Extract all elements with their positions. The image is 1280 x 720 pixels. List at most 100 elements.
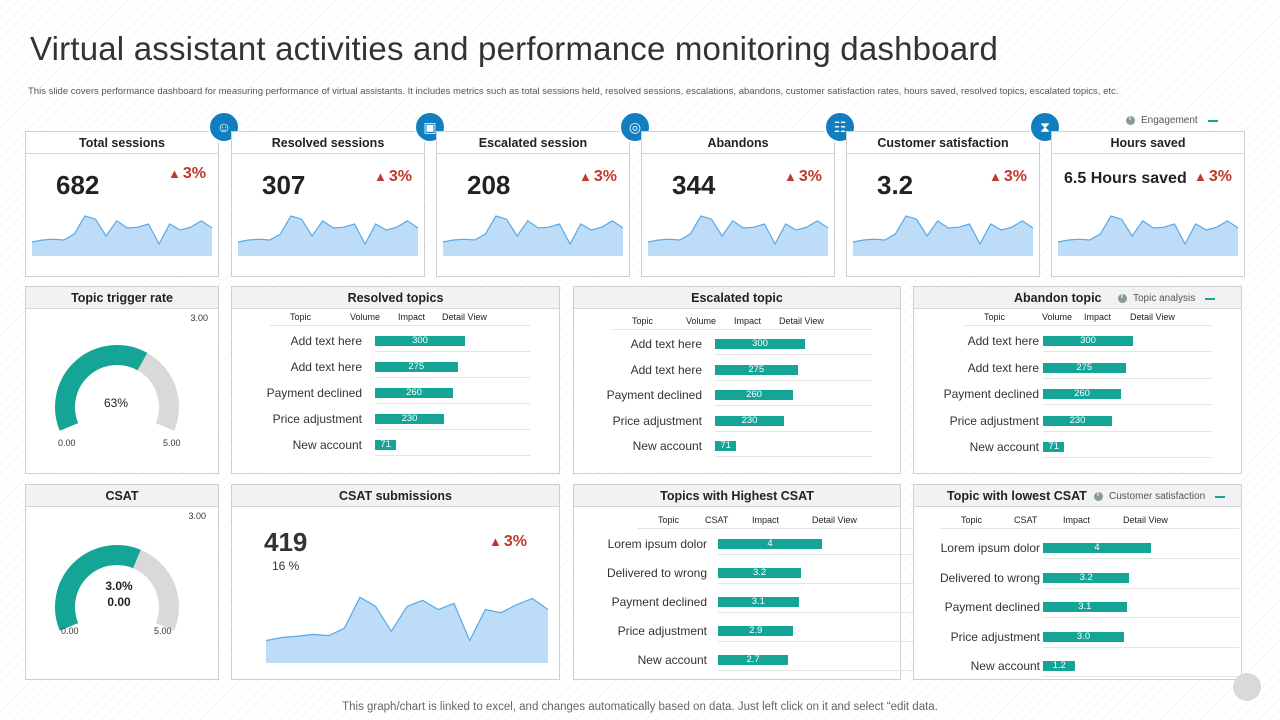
row-bar: 3.1 — [1043, 602, 1127, 612]
row-bar: 300 — [375, 336, 465, 346]
table-row: New account 2.7 — [574, 653, 789, 667]
header-divider — [638, 528, 936, 529]
table-row: Lorem ipsum dolor 4 — [574, 537, 822, 551]
legend-engagement-label: Engagement — [1141, 115, 1198, 126]
column-header: Topic — [632, 316, 654, 326]
up-triangle-icon: ▲ — [784, 169, 797, 184]
up-triangle-icon: ▲ — [579, 169, 592, 184]
column-header: Impact — [734, 316, 762, 326]
row-bar: 260 — [1043, 389, 1121, 399]
row-label: Price adjustment — [950, 629, 1040, 644]
row-divider — [715, 379, 872, 381]
kpi-value: 3.2 — [877, 170, 914, 200]
column-header: Volume — [350, 312, 381, 322]
up-triangle-icon: ▲ — [989, 169, 1002, 184]
table-row: Add text here 275 — [232, 360, 458, 374]
sparkline-chart — [31, 215, 213, 256]
kpi-delta: ▲ 3% — [989, 168, 1027, 186]
column-header: Detail View — [779, 316, 824, 326]
row-label: New account — [637, 653, 707, 667]
delta-value: 3% — [1003, 168, 1027, 185]
row-bar: 300 — [715, 339, 805, 349]
csat-submissions-title: CSAT submissions — [232, 485, 559, 507]
row-label: Payment declined — [266, 386, 362, 400]
table-row: New account 71 — [574, 439, 737, 453]
kpi-delta: ▲ 3% — [168, 165, 206, 183]
row-divider — [1043, 676, 1239, 677]
column-header: Topic — [290, 312, 312, 322]
table-card-abandon: Abandon topic Topic analysis TopicVolume… — [913, 286, 1242, 474]
gauge-card-csat: CSAT 3.00 3.0% 0.00 0.00 5.00 — [25, 484, 219, 680]
sparkline-chart — [1057, 215, 1239, 256]
table-card-escalated: Escalated topic Topic Volume Impact Detail V… — [573, 286, 901, 474]
row-divider — [375, 429, 530, 430]
kpi-delta: ▲ 3% — [784, 168, 822, 186]
gauge-min: 0.00 — [58, 438, 76, 448]
row-bar: 275 — [1043, 362, 1126, 373]
sparkline-area — [648, 216, 828, 256]
up-triangle-icon: ▲ — [374, 169, 387, 184]
kpi-card: Escalated session 208 ▲ 3% — [436, 131, 630, 277]
row-divider — [715, 354, 872, 355]
table-card-highest: Topics with Highest CSAT Topic CSAT Impact D… — [573, 484, 936, 680]
row-bar: 300 — [1043, 336, 1133, 346]
row-label: Price adjustment — [949, 413, 1039, 428]
table-row: Add text here 275 — [914, 361, 1126, 375]
table-title: Escalated topic — [574, 287, 900, 309]
row-divider — [1043, 377, 1212, 379]
delta-value: 3% — [503, 533, 527, 550]
kpi-card: Abandons 344 ▲ 3% — [641, 131, 835, 277]
column-header: CSAT — [1014, 515, 1038, 525]
row-label: New account — [970, 659, 1040, 673]
row-divider — [1043, 404, 1212, 405]
sparkline-area — [1058, 216, 1238, 256]
row-label: New account — [292, 438, 362, 452]
kpi-card: Resolved sessions 307 ▲ 3% — [231, 131, 425, 277]
gauge-top-value: 3.00 — [188, 511, 206, 521]
kpi-card: Hours saved 6.5 Hours saved ▲ 3% — [1051, 131, 1245, 277]
row-divider — [375, 455, 530, 456]
row-divider — [1043, 430, 1212, 432]
csat-submissions-card: CSAT submissions 419 16 % ▲ 3% — [231, 484, 560, 680]
row-divider — [375, 377, 530, 378]
row-divider — [1043, 617, 1239, 618]
sparkline-chart — [852, 215, 1034, 256]
row-label: Add text here — [967, 334, 1039, 348]
row-label: Payment declined — [944, 600, 1040, 614]
row-bar: 275 — [715, 364, 798, 375]
table-row: Price adjustment 3.0 — [914, 630, 1124, 644]
legend-line — [1205, 297, 1216, 300]
row-divider — [715, 405, 872, 406]
row-label: Price adjustment — [272, 412, 362, 426]
row-divider — [375, 403, 530, 404]
info-icon — [1118, 293, 1127, 303]
gauge-center-value: 3.0% — [105, 579, 133, 593]
table-title: Topics with Highest CSAT — [574, 485, 900, 507]
row-label: Lorem ipsum dolor — [607, 537, 707, 551]
row-bar: 3.2 — [1043, 572, 1130, 583]
table-row: New account 1.2 — [914, 659, 1076, 673]
table-row: Payment declined 3.1 — [914, 600, 1127, 614]
kpi-delta: ▲ 3% — [579, 168, 617, 186]
row-bar: 230 — [1043, 415, 1112, 426]
gauge-card-topic-trigger: Topic trigger rate 3.00 63% 0.00 5.00 — [25, 286, 219, 474]
csat-submissions-delta: ▲ 3% — [489, 533, 527, 551]
row-divider — [1043, 558, 1239, 559]
sparkline-chart — [647, 215, 829, 256]
row-bar: 4 — [1043, 543, 1151, 553]
row-label: Delivered to wrong — [606, 566, 707, 580]
column-header: Detail View — [1123, 515, 1168, 525]
delta-value: 3% — [182, 165, 206, 182]
row-divider — [718, 554, 936, 555]
page-title: Virtual assistant activities and perform… — [30, 30, 999, 67]
legend-label: Customer satisfaction — [1109, 491, 1206, 502]
legend-topic_analysis: Topic analysis — [1118, 293, 1216, 304]
row-bar: 275 — [375, 362, 458, 372]
row-label: Price adjustment — [612, 413, 702, 428]
row-bar: 3.0 — [1043, 631, 1124, 642]
kpi-title: Hours saved — [1052, 132, 1244, 154]
row-label: New account — [969, 440, 1039, 454]
header-divider — [270, 325, 530, 326]
table-row: Price adjustment 2.9 — [574, 624, 794, 638]
kpi-value: 208 — [467, 170, 511, 200]
